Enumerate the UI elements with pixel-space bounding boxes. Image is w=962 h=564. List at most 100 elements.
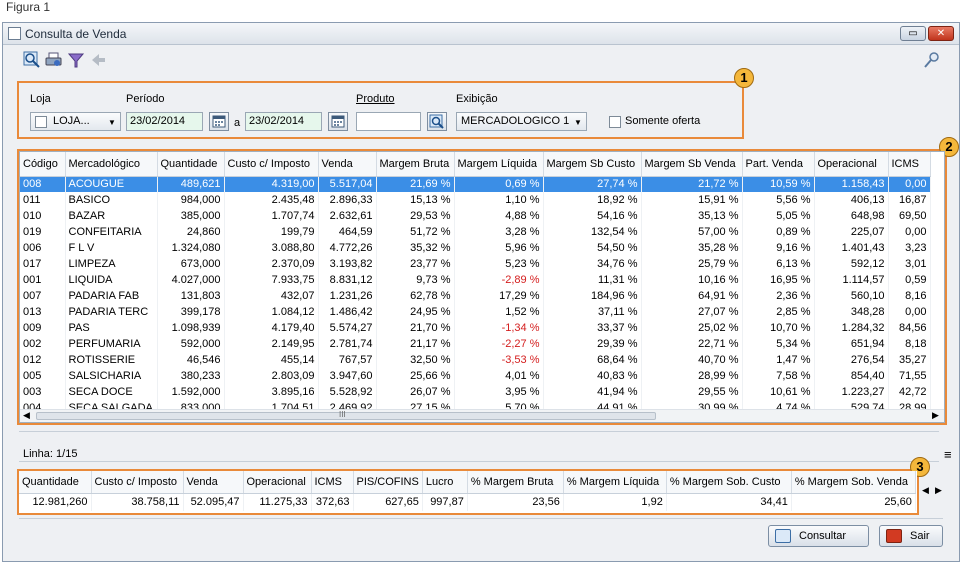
totals-column-header: Operacional (243, 471, 312, 494)
periodo-label: Período (126, 93, 165, 105)
table-cell: 22,71 % (641, 336, 743, 352)
totals-value: 11.275,33 (243, 493, 312, 511)
table-row[interactable]: 005 SALSICHARIA 380,233 2.803,09 3.947,60 25,… (20, 368, 931, 384)
scroll-right-icon[interactable]: ▶ (932, 410, 939, 421)
loja-label: Loja (30, 93, 51, 105)
table-cell: 651,94 (814, 336, 889, 352)
table-cell: 24,860 (157, 224, 225, 240)
table-cell: 1.114,57 (814, 272, 889, 288)
table-row[interactable]: 007 PADARIA FAB 131,803 432,07 1.231,26 62,78… (20, 288, 931, 304)
date-separator: a (234, 117, 241, 129)
table-cell: 5.574,27 (318, 320, 377, 336)
grid-column-header[interactable]: Quantidade (157, 152, 225, 177)
grid-column-header[interactable]: Margem Sb Custo (543, 152, 642, 177)
table-cell: 15,13 % (376, 192, 455, 208)
back-arrow-icon[interactable] (89, 51, 107, 69)
consultar-button[interactable]: Consultar (768, 525, 869, 547)
table-cell: 35,13 % (641, 208, 743, 224)
horizontal-scrollbar[interactable]: ◀ III ▶ (20, 409, 944, 422)
table-cell: 3.895,16 (224, 384, 319, 400)
table-cell: 592,12 (814, 256, 889, 272)
table-cell: 21,70 % (376, 320, 455, 336)
search-icon[interactable] (23, 51, 41, 69)
totals-column-header: Custo c/ Imposto (91, 471, 184, 494)
grid-column-header[interactable]: Part. Venda (742, 152, 815, 177)
scroll-left-icon[interactable]: ◀ (23, 410, 30, 421)
scroll-thumb[interactable]: III (36, 410, 656, 420)
table-cell: 006 (20, 240, 66, 256)
table-cell: 008 (20, 176, 66, 192)
table-cell: 3,01 (888, 256, 931, 272)
table-cell: 34,76 % (543, 256, 642, 272)
produto-field[interactable] (356, 112, 421, 131)
table-row[interactable]: 009 PAS 1.098,939 4.179,40 5.574,27 21,70 % -1… (20, 320, 931, 336)
table-cell: 1,47 % (742, 352, 815, 368)
print-icon[interactable] (45, 51, 63, 69)
grid-column-header[interactable]: Mercadológico (65, 152, 158, 177)
table-row[interactable]: 002 PERFUMARIA 592,000 2.149,95 2.781,74 21,1… (20, 336, 931, 352)
exit-icon (886, 529, 902, 543)
table-row[interactable]: 019 CONFEITARIA 24,860 199,79 464,59 51,72 % 3… (20, 224, 931, 240)
date-to-field[interactable]: 23/02/2014 (245, 112, 322, 131)
menu-icon[interactable]: ≡ (944, 447, 952, 462)
table-cell: 4,01 % (454, 368, 544, 384)
table-cell: 560,10 (814, 288, 889, 304)
results-grid[interactable]: Código Mercadológico Quantidade Custo c/ Im… (19, 151, 945, 423)
table-cell: 28,99 % (641, 368, 743, 384)
table-cell: CONFEITARIA (65, 224, 158, 240)
table-cell: 57,00 % (641, 224, 743, 240)
search-icon[interactable] (427, 112, 447, 131)
restore-button[interactable]: ▭ (900, 26, 926, 41)
date-from-field[interactable]: 23/02/2014 (126, 112, 203, 131)
table-cell: 199,79 (224, 224, 319, 240)
somente-oferta-checkbox[interactable] (609, 116, 621, 128)
grid-column-header[interactable]: ICMS (888, 152, 931, 177)
loja-checkbox[interactable] (35, 116, 47, 128)
grid-column-header[interactable]: Margem Sb Venda (641, 152, 743, 177)
filter-icon[interactable] (67, 51, 85, 69)
exibicao-select[interactable]: MERCADOLOGICO 1 ▼ (456, 112, 587, 131)
table-cell: 019 (20, 224, 66, 240)
table-cell: 68,64 % (543, 352, 642, 368)
table-row[interactable]: 001 LIQUIDA 4.027,000 7.933,75 8.831,12 9,73 … (20, 272, 931, 288)
grid-column-header[interactable]: Operacional (814, 152, 889, 177)
table-row[interactable]: 011 BASICO 984,000 2.435,48 2.896,33 15,13 % 1… (20, 192, 931, 208)
grid-column-header[interactable]: Margem Líquida (454, 152, 544, 177)
table-cell: 4,88 % (454, 208, 544, 224)
table-cell: 001 (20, 272, 66, 288)
table-cell: 184,96 % (543, 288, 642, 304)
table-row[interactable]: 017 LIMPEZA 673,000 2.370,09 3.193,82 23,77 %… (20, 256, 931, 272)
table-cell: 984,000 (157, 192, 225, 208)
close-button[interactable]: ✕ (928, 26, 954, 41)
key-icon[interactable] (923, 51, 941, 69)
sair-button[interactable]: Sair (879, 525, 943, 547)
table-row[interactable]: 013 PADARIA TERC 399,178 1.084,12 1.486,42 24… (20, 304, 931, 320)
scroll-right-icon[interactable]: ▶ (935, 485, 942, 496)
table-row[interactable]: 012 ROTISSERIE 46,546 455,14 767,57 32,50 % -3… (20, 352, 931, 368)
table-cell: 2.435,48 (224, 192, 319, 208)
grid-column-header[interactable]: Custo c/ Imposto (224, 152, 319, 177)
calendar-icon[interactable] (209, 112, 229, 131)
totals-column-header: Quantidade (19, 471, 92, 494)
table-cell: ACOUGUE (65, 176, 158, 192)
table-cell: 017 (20, 256, 66, 272)
table-row[interactable]: 008 ACOUGUE 489,621 4.319,00 5.517,04 21,69 %… (20, 176, 931, 192)
scroll-left-icon[interactable]: ◀ (922, 485, 929, 496)
table-cell: 16,87 (888, 192, 931, 208)
table-cell: 37,11 % (543, 304, 642, 320)
calendar-icon[interactable] (328, 112, 348, 131)
totals-grid: Quantidade Custo c/ Imposto Venda Operacion… (19, 471, 917, 513)
grid-column-header[interactable]: Margem Bruta (376, 152, 455, 177)
loja-combo[interactable]: LOJA... ▼ (30, 112, 121, 131)
grid-column-header[interactable]: Código (20, 152, 66, 177)
table-cell: 35,28 % (641, 240, 743, 256)
table-row[interactable]: 003 SECA DOCE 1.592,000 3.895,16 5.528,92 26,… (20, 384, 931, 400)
totals-column-header: % Margem Sob. Venda (791, 471, 916, 494)
table-cell: 1.158,43 (814, 176, 889, 192)
grid-column-header[interactable]: Venda (318, 152, 377, 177)
table-row[interactable]: 010 BAZAR 385,000 1.707,74 2.632,61 29,53 % 4,… (20, 208, 931, 224)
table-row[interactable]: 006 F L V 1.324,080 3.088,80 4.772,26 35,32 %… (20, 240, 931, 256)
table-cell: BASICO (65, 192, 158, 208)
produto-label[interactable]: Produto (356, 93, 395, 105)
table-cell: 2,85 % (742, 304, 815, 320)
